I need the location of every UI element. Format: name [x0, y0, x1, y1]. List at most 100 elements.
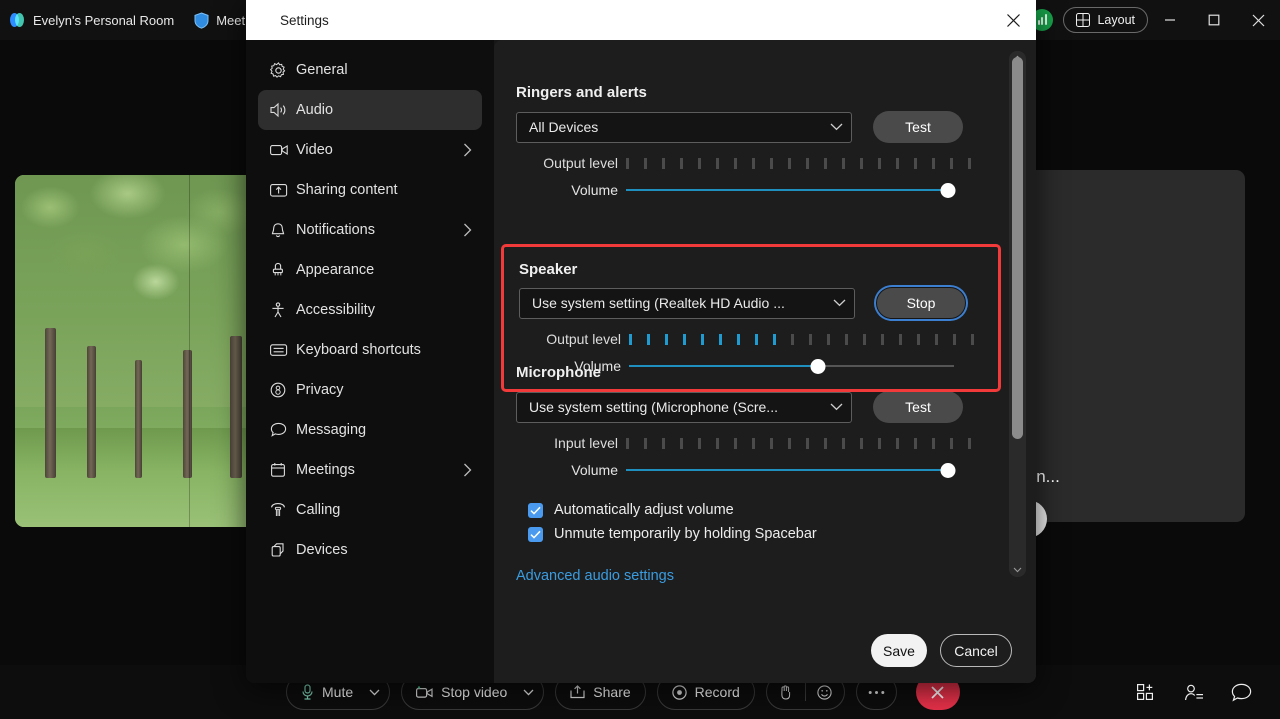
sidebar-item-calling[interactable]: Calling: [258, 490, 482, 530]
level-tick: [662, 157, 665, 169]
ringers-output-level-meter: [626, 157, 986, 169]
video-tree-trunk: [87, 345, 96, 478]
sidebar-item-label: Video: [296, 142, 333, 158]
level-tick: [752, 157, 755, 169]
sidebar-item-keyboard-shortcuts[interactable]: Keyboard shortcuts: [258, 330, 482, 370]
chevron-down-icon: [830, 123, 843, 131]
settings-content-panel: Ringers and alerts All Devices Test Outp…: [494, 40, 1036, 683]
level-tick: [896, 437, 899, 449]
checkbox-checked-icon: [528, 526, 543, 542]
settings-sidebar: General Audio Video Sharing content Noti…: [246, 40, 494, 683]
level-tick: [968, 157, 971, 169]
dialog-title: Settings: [280, 12, 329, 28]
ringers-device-select[interactable]: All Devices: [516, 111, 852, 143]
sidebar-item-label: Meetings: [296, 462, 355, 478]
level-tick: [806, 157, 809, 169]
dialog-footer: Save Cancel: [871, 634, 1012, 667]
level-tick: [662, 437, 665, 449]
speaker-stop-button[interactable]: Stop: [876, 287, 966, 319]
level-tick: [788, 437, 791, 449]
share-icon: [270, 183, 296, 198]
tab-personal-room[interactable]: Evelyn's Personal Room: [0, 6, 184, 34]
sidebar-item-sharing-content[interactable]: Sharing content: [258, 170, 482, 210]
calendar-icon: [270, 462, 296, 478]
sidebar-item-privacy[interactable]: Privacy: [258, 370, 482, 410]
maximize-button[interactable]: [1192, 0, 1236, 40]
level-tick: [935, 333, 938, 345]
shield-icon: [194, 11, 209, 29]
mute-button-label: Mute: [322, 684, 354, 700]
video-seam: [189, 175, 191, 527]
person-icon: [270, 301, 296, 319]
ringers-and-alerts-section: Ringers and alerts All Devices Test Outp…: [494, 84, 1036, 198]
level-tick: [914, 157, 917, 169]
sidebar-item-label: Calling: [296, 502, 341, 518]
sidebar-item-appearance[interactable]: Appearance: [258, 250, 482, 290]
level-tick: [626, 437, 629, 449]
privacy-icon: [270, 382, 296, 398]
ringers-device-value: All Devices: [529, 119, 599, 135]
level-tick: [773, 333, 776, 345]
level-tick: [863, 333, 866, 345]
ringers-device-row: All Devices Test: [516, 111, 1006, 143]
settings-dialog: Settings General Audio Video Sharing con…: [246, 0, 1036, 683]
sidebar-item-label: General: [296, 62, 348, 78]
speaker-volume-slider[interactable]: [629, 358, 954, 374]
layout-button[interactable]: Layout: [1063, 7, 1148, 33]
content-scrollbar[interactable]: [1009, 51, 1026, 577]
auto-adjust-volume-checkbox-row[interactable]: Automatically adjust volume: [516, 502, 1006, 518]
sidebar-item-notifications[interactable]: Notifications: [258, 210, 482, 250]
sidebar-item-meetings[interactable]: Meetings: [258, 450, 482, 490]
close-button[interactable]: [1236, 0, 1280, 40]
level-tick: [860, 157, 863, 169]
speaker-device-row: Use system setting (Realtek HD Audio ...…: [519, 287, 998, 319]
cancel-button[interactable]: Cancel: [940, 634, 1012, 667]
advanced-audio-settings-link[interactable]: Advanced audio settings: [516, 568, 674, 584]
scrollbar-thumb[interactable]: [1012, 57, 1023, 439]
level-tick: [824, 437, 827, 449]
microphone-device-select[interactable]: Use system setting (Microphone (Scre...: [516, 391, 852, 423]
save-button[interactable]: Save: [871, 634, 927, 667]
participants-icon[interactable]: [1184, 683, 1205, 702]
microphone-test-button[interactable]: Test: [873, 391, 963, 423]
sidebar-item-video[interactable]: Video: [258, 130, 482, 170]
audio-options-group: Automatically adjust volume Unmute tempo…: [494, 502, 1036, 542]
sidebar-item-accessibility[interactable]: Accessibility: [258, 290, 482, 330]
ringers-volume-label: Volume: [571, 182, 618, 198]
dialog-close-button[interactable]: [990, 0, 1036, 40]
chevron-down-icon[interactable]: [369, 689, 380, 696]
personal-room-label: Evelyn's Personal Room: [33, 12, 175, 28]
ringers-volume-slider[interactable]: [626, 182, 956, 198]
microphone-volume-slider[interactable]: [626, 462, 956, 478]
sidebar-item-messaging[interactable]: Messaging: [258, 410, 482, 450]
level-tick: [878, 437, 881, 449]
level-tick: [734, 157, 737, 169]
zoom-app-window: Evelyn's Personal Room Meetin Layout oin…: [0, 0, 1280, 719]
section-title: Speaker: [519, 261, 578, 278]
level-tick: [968, 437, 971, 449]
speaker-device-select[interactable]: Use system setting (Realtek HD Audio ...: [519, 287, 855, 319]
scroll-down-arrow-icon[interactable]: [1013, 563, 1022, 577]
level-tick: [680, 157, 683, 169]
speaker-icon: [270, 102, 296, 118]
apps-add-icon[interactable]: [1137, 683, 1158, 702]
ringers-test-button[interactable]: Test: [873, 111, 963, 143]
microphone-input-level-row: Input level: [516, 435, 1006, 451]
minimize-button[interactable]: [1148, 0, 1192, 40]
right-controls-group: [1137, 683, 1252, 702]
video-tree-trunk: [135, 359, 142, 478]
microphone-icon: [301, 684, 314, 700]
chevron-down-icon[interactable]: [523, 689, 534, 696]
sidebar-item-audio[interactable]: Audio: [258, 90, 482, 130]
sidebar-item-devices[interactable]: Devices: [258, 530, 482, 570]
microphone-test-label: Test: [905, 399, 931, 415]
microphone-device-value: Use system setting (Microphone (Scre...: [529, 399, 778, 415]
level-tick: [806, 437, 809, 449]
unmute-spacebar-checkbox-row[interactable]: Unmute temporarily by holding Spacebar: [516, 526, 1006, 542]
sidebar-item-general[interactable]: General: [258, 50, 482, 90]
level-tick: [953, 333, 956, 345]
devices-icon: [270, 542, 296, 558]
level-tick: [665, 333, 668, 345]
dialog-title-bar: Settings: [246, 0, 1036, 40]
chat-icon[interactable]: [1231, 683, 1252, 702]
